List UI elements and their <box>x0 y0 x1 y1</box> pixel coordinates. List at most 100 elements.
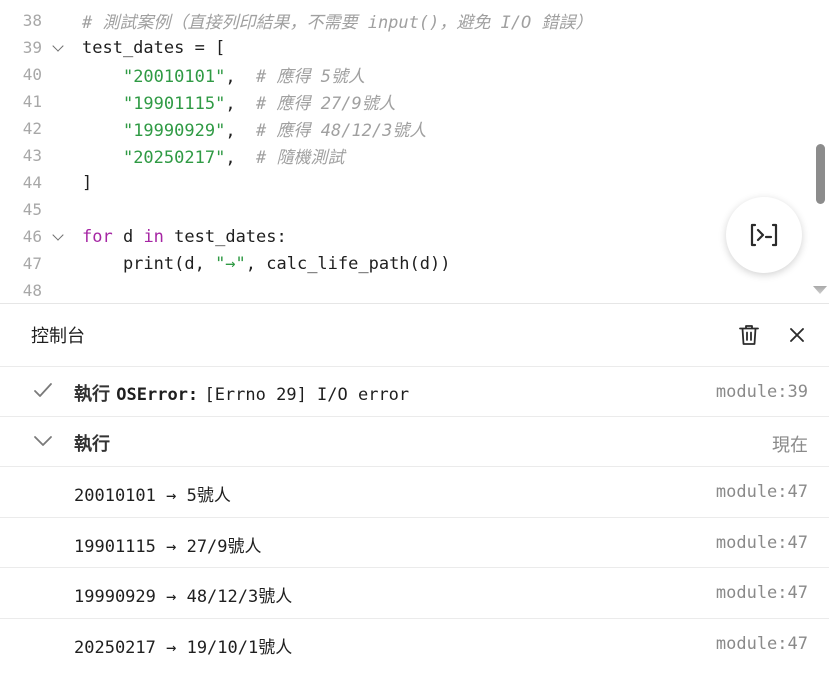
line-number: 43 <box>22 146 42 165</box>
console-header: 控制台 <box>0 304 829 366</box>
code-line[interactable]: 40 "20010101", # 應得 5號人 <box>0 61 800 88</box>
gutter-spacer <box>42 250 82 277</box>
code-token: for <box>82 226 113 247</box>
code-line[interactable]: 43 "20250217", # 隨機測試 <box>0 142 800 169</box>
gutter-spacer <box>42 169 82 196</box>
code-token: "20250217" <box>122 148 226 168</box>
code-line[interactable]: 47 print(d, "→", calc_life_path(d)) <box>0 250 800 277</box>
code-line[interactable]: 42 "19990929", # 應得 48/12/3號人 <box>0 115 800 142</box>
output-text: 20010101 → 5號人 <box>74 486 231 506</box>
code-token: test_dates: <box>163 226 287 247</box>
console-run-entry[interactable]: 執行 現在 <box>0 416 829 467</box>
clear-console-button[interactable] <box>736 322 762 348</box>
code-editor[interactable]: 38 # 測試案例（直接列印結果，不需要 input()，避免 I/O 錯誤） 39… <box>0 0 829 303</box>
gutter-spacer <box>42 277 82 303</box>
chevron-down-icon <box>52 40 64 52</box>
code-line[interactable]: 48 <box>0 277 800 303</box>
code-token: , <box>225 94 257 114</box>
code-text: test_dates = [ <box>82 38 225 58</box>
output-location-link[interactable]: module:47 <box>716 533 808 553</box>
gutter-spacer <box>42 196 82 223</box>
code-token: "20010101" <box>122 67 226 87</box>
code-line[interactable]: 44] <box>0 169 800 196</box>
line-number: 42 <box>22 119 42 138</box>
error-location-link[interactable]: module:39 <box>716 382 808 402</box>
code-token: , calc_life_path(d)) <box>245 253 451 274</box>
code-token: # 測試案例（直接列印結果，不需要 input()，避免 I/O 錯誤） <box>82 13 593 33</box>
console-output-row[interactable]: 20010101 → 5號人 module:47 <box>0 466 829 517</box>
code-token: in <box>143 226 164 247</box>
chevron-down-icon[interactable] <box>33 433 53 452</box>
error-message: [Errno 29] I/O error <box>204 385 410 405</box>
output-location-link[interactable]: module:47 <box>716 583 808 603</box>
trash-icon <box>739 325 759 345</box>
output-location-link[interactable]: module:47 <box>716 634 808 654</box>
output-text: 20250217 → 19/10/1號人 <box>74 637 293 658</box>
code-line[interactable]: 39 test_dates = [ <box>0 34 800 61</box>
code-text: for d in test_dates: <box>82 227 287 247</box>
console-title: 控制台 <box>31 326 85 347</box>
line-number: 47 <box>22 254 42 273</box>
code-line[interactable]: 46 for d in test_dates: <box>0 223 800 250</box>
gutter-spacer <box>42 88 82 115</box>
editor-scrollbar-thumb[interactable] <box>816 144 825 204</box>
line-number: 40 <box>22 65 42 84</box>
code-text: # 測試案例（直接列印結果，不需要 input()，避免 I/O 錯誤） <box>82 8 593 33</box>
code-token: print(d, <box>82 253 216 274</box>
gutter-spacer <box>42 7 82 34</box>
console-output-row[interactable]: 20250217 → 19/10/1號人 module:47 <box>0 617 829 669</box>
code-token: , <box>225 121 257 141</box>
checkmark-icon <box>33 381 53 403</box>
close-icon <box>790 328 804 342</box>
code-text: ] <box>82 173 92 193</box>
chevron-down-icon <box>52 229 64 241</box>
code-line[interactable]: 45 <box>0 196 800 223</box>
console-error-entry[interactable]: 執行 OSError: [Errno 29] I/O error module:… <box>0 366 829 417</box>
code-token: test_dates = [ <box>82 37 226 58</box>
code-text: print(d, "→", calc_life_path(d)) <box>82 253 451 274</box>
code-token: d <box>112 226 144 247</box>
code-line[interactable]: 41 "19901115", # 應得 27/9號人 <box>0 88 800 115</box>
output-text: 19901115 → 27/9號人 <box>74 536 262 557</box>
output-text: 19990929 → 48/12/3號人 <box>74 587 293 607</box>
gutter-spacer <box>42 115 82 142</box>
run-entry-label: 執行 <box>74 434 110 455</box>
console-output-row[interactable]: 19901115 → 27/9號人 module:47 <box>0 516 829 568</box>
error-name: OSError: <box>116 385 199 405</box>
gutter-spacer <box>42 142 82 169</box>
code-token: "19990929" <box>122 121 226 141</box>
code-token: "19901115" <box>122 94 226 114</box>
code-line[interactable]: 38 # 測試案例（直接列印結果，不需要 input()，避免 I/O 錯誤） <box>0 7 800 34</box>
code-text: "19990929", # 應得 48/12/3號人 <box>82 116 426 141</box>
line-number: 38 <box>22 11 42 30</box>
code-token: , <box>225 148 257 168</box>
code-token: ] <box>82 172 93 193</box>
gutter-spacer <box>42 61 82 88</box>
error-entry-label: 執行 OSError: [Errno 29] I/O error <box>74 380 409 406</box>
code-token: # 應得 5號人 <box>256 67 365 87</box>
code-text: "20010101", # 應得 5號人 <box>82 62 365 87</box>
code-token: # 應得 48/12/3號人 <box>256 121 427 141</box>
output-location-link[interactable]: module:47 <box>716 482 808 502</box>
line-number: 44 <box>22 173 42 192</box>
code-text: "20250217", # 隨機測試 <box>82 143 345 168</box>
fold-toggle[interactable] <box>42 223 82 250</box>
console-panel: 控制台 執行 OSError: [Errno 29] I/O error mod… <box>0 303 829 679</box>
line-number: 48 <box>22 281 42 300</box>
line-number: 46 <box>22 227 42 246</box>
line-number: 45 <box>22 200 42 219</box>
close-console-button[interactable] <box>784 322 810 348</box>
console-output-row[interactable]: 19990929 → 48/12/3號人 module:47 <box>0 567 829 618</box>
line-number: 41 <box>22 92 42 111</box>
line-number: 39 <box>22 38 42 57</box>
code-token: # 隨機測試 <box>256 148 345 168</box>
code-token: "→" <box>215 253 246 274</box>
error-entry-run-label: 執行 <box>74 384 110 405</box>
code-text: "19901115", # 應得 27/9號人 <box>82 89 396 114</box>
fold-toggle[interactable] <box>42 34 82 61</box>
code-token: , <box>225 67 257 87</box>
